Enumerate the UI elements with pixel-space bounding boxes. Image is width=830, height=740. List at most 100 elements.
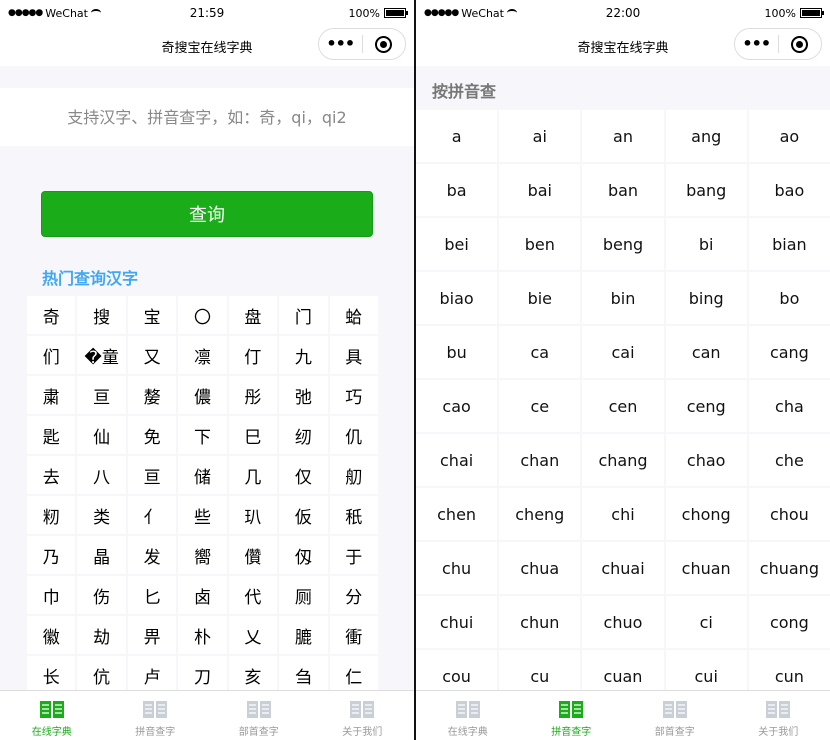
pinyin-cell[interactable]: chang [582, 434, 664, 486]
query-button[interactable]: 查询 [41, 191, 373, 237]
hot-char-cell[interactable]: 些 [178, 496, 227, 534]
hot-char-cell[interactable]: 亘 [77, 376, 126, 414]
hot-char-cell[interactable]: 类 [77, 496, 126, 534]
hot-char-cell[interactable]: 舠 [329, 456, 378, 494]
pinyin-cell[interactable]: ang [665, 110, 747, 162]
hot-char-cell[interactable]: 蛤 [329, 296, 378, 334]
hot-char-cell[interactable]: 仁 [329, 656, 378, 690]
tab-online-dictionary[interactable]: 在线字典 [416, 691, 520, 740]
hot-char-cell[interactable]: 嚮 [178, 536, 227, 574]
pinyin-cell[interactable]: bie [499, 272, 581, 324]
hot-char-cell[interactable]: 分 [329, 576, 378, 614]
tab-about-us[interactable]: 关于我们 [727, 691, 830, 740]
pinyin-cell[interactable]: bin [582, 272, 664, 324]
hot-char-cell[interactable]: 于 [329, 536, 378, 574]
hot-char-cell[interactable]: 粛 [27, 376, 76, 414]
hot-char-cell[interactable]: 代 [228, 576, 278, 614]
pinyin-cell[interactable]: bang [665, 164, 747, 216]
pinyin-cell[interactable]: chua [499, 542, 581, 594]
tab-online-dictionary[interactable]: 在线字典 [0, 691, 104, 740]
close-target-icon[interactable] [779, 35, 822, 53]
hot-char-cell[interactable]: 籾 [27, 496, 76, 534]
pinyin-cell[interactable]: bai [499, 164, 581, 216]
hot-char-cell[interactable]: 〇 [178, 296, 227, 334]
pinyin-cell[interactable]: ai [499, 110, 581, 162]
hot-char-cell[interactable]: 亻 [127, 496, 177, 534]
pinyin-cell[interactable]: chi [582, 488, 664, 540]
hot-char-cell[interactable]: 匕 [127, 576, 177, 614]
tab-pinyin-lookup[interactable]: 拼音查字 [104, 691, 208, 740]
pinyin-cell[interactable]: an [582, 110, 664, 162]
hot-char-cell[interactable]: 巧 [329, 376, 378, 414]
pinyin-cell[interactable]: bu [416, 326, 498, 378]
pinyin-cell[interactable]: cheng [499, 488, 581, 540]
pinyin-cell[interactable]: cai [582, 326, 664, 378]
hot-char-cell[interactable]: 仙 [77, 416, 126, 454]
pinyin-cell[interactable]: chuo [582, 596, 664, 648]
pinyin-cell[interactable]: bi [665, 218, 747, 270]
pinyin-cell[interactable]: chan [499, 434, 581, 486]
tab-radical-lookup[interactable]: 部首查字 [207, 691, 311, 740]
pinyin-cell[interactable]: chu [416, 542, 498, 594]
hot-char-cell[interactable]: 儂 [178, 376, 227, 414]
hot-char-cell[interactable]: 储 [178, 456, 227, 494]
hot-char-cell[interactable]: 巾 [27, 576, 76, 614]
hot-char-cell[interactable]: 劫 [77, 616, 126, 654]
hot-char-cell[interactable]: 伉 [77, 656, 126, 690]
hot-char-cell[interactable]: 乃 [27, 536, 76, 574]
hot-char-cell[interactable]: 卢 [127, 656, 177, 690]
pinyin-cell[interactable]: ce [499, 380, 581, 432]
pinyin-cell[interactable]: chao [665, 434, 747, 486]
hot-char-cell[interactable]: 刍 [279, 656, 328, 690]
hot-char-cell[interactable]: 玐 [228, 496, 278, 534]
hot-char-cell[interactable]: 免 [127, 416, 177, 454]
hot-char-cell[interactable]: 衝 [329, 616, 378, 654]
hot-char-cell[interactable]: 门 [279, 296, 328, 334]
hot-char-cell[interactable]: 又 [127, 336, 177, 374]
pinyin-cell[interactable]: bao [748, 164, 830, 216]
pinyin-cell[interactable]: che [748, 434, 830, 486]
pinyin-cell[interactable]: chai [416, 434, 498, 486]
pinyin-cell[interactable]: ban [582, 164, 664, 216]
hot-char-cell[interactable]: 卤 [178, 576, 227, 614]
hot-char-cell[interactable]: 仉 [329, 416, 378, 454]
pinyin-cell[interactable]: cu [499, 650, 581, 690]
hot-char-cell[interactable]: 们 [27, 336, 76, 374]
pinyin-cell[interactable]: chui [416, 596, 498, 648]
pinyin-cell[interactable]: cha [748, 380, 830, 432]
pinyin-cell[interactable]: chen [416, 488, 498, 540]
hot-char-cell[interactable]: 奇 [27, 296, 76, 334]
pinyin-cell[interactable]: cuan [582, 650, 664, 690]
hot-char-cell[interactable]: 巳 [228, 416, 278, 454]
tab-about-us[interactable]: 关于我们 [311, 691, 415, 740]
pinyin-cell[interactable]: cun [748, 650, 830, 690]
pinyin-cell[interactable]: chuan [665, 542, 747, 594]
pinyin-cell[interactable]: bian [748, 218, 830, 270]
pinyin-cell[interactable]: bo [748, 272, 830, 324]
hot-char-cell[interactable]: �童 [77, 336, 126, 374]
hot-char-cell[interactable]: 刀 [178, 656, 227, 690]
hot-char-cell[interactable]: 乂 [228, 616, 278, 654]
hot-char-cell[interactable]: 弛 [279, 376, 328, 414]
hot-char-cell[interactable]: 几 [228, 456, 278, 494]
pinyin-cell[interactable]: cen [582, 380, 664, 432]
hot-char-cell[interactable]: 嫠 [127, 376, 177, 414]
hot-char-cell[interactable]: 秖 [329, 496, 378, 534]
close-target-icon[interactable] [363, 35, 406, 53]
pinyin-cell[interactable]: chong [665, 488, 747, 540]
pinyin-cell[interactable]: beng [582, 218, 664, 270]
hot-char-cell[interactable]: 仃 [228, 336, 278, 374]
hot-char-cell[interactable]: 去 [27, 456, 76, 494]
hot-char-cell[interactable]: 凛 [178, 336, 227, 374]
tab-radical-lookup[interactable]: 部首查字 [623, 691, 727, 740]
hot-char-cell[interactable]: 匙 [27, 416, 76, 454]
hot-char-cell[interactable]: 儹 [228, 536, 278, 574]
hot-char-cell[interactable]: 晶 [77, 536, 126, 574]
more-menu-icon[interactable]: ••• [319, 36, 362, 52]
hot-char-cell[interactable]: 膔 [279, 616, 328, 654]
pinyin-cell[interactable]: can [665, 326, 747, 378]
pinyin-cell[interactable]: ao [748, 110, 830, 162]
pinyin-cell[interactable]: chuai [582, 542, 664, 594]
pinyin-cell[interactable]: biao [416, 272, 498, 324]
hot-char-cell[interactable]: 仅 [279, 456, 328, 494]
